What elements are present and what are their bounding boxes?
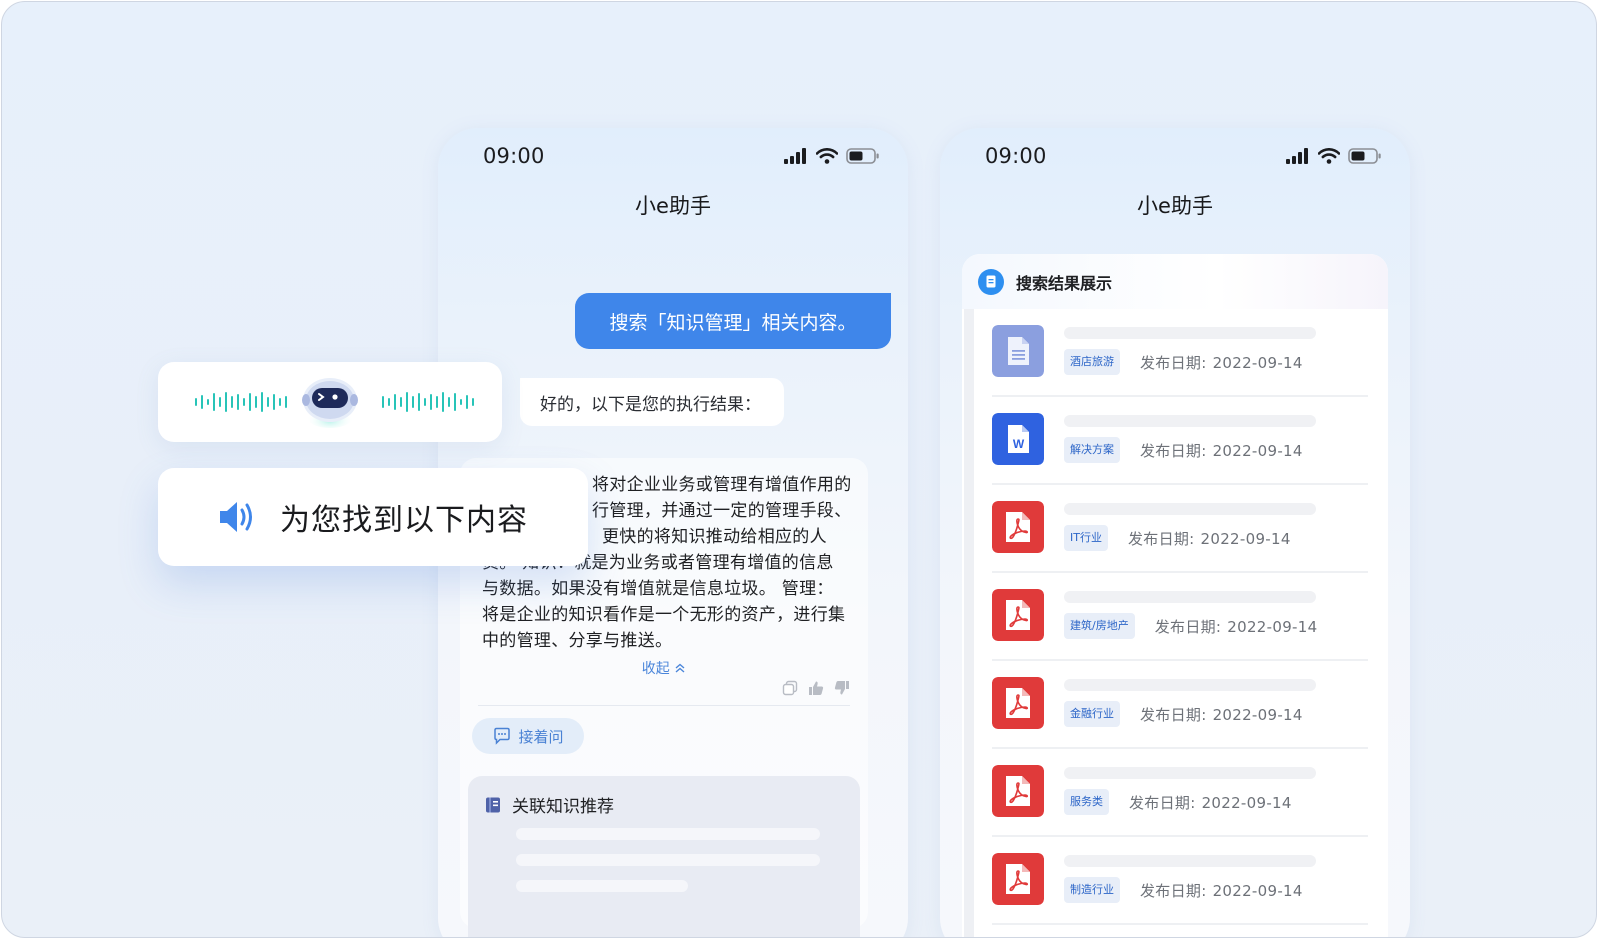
svg-text:W: W xyxy=(1013,437,1025,451)
follow-up-button[interactable]: 接着问 xyxy=(472,718,584,754)
feedback-icons xyxy=(782,680,850,696)
phone-title: 小e助手 xyxy=(1137,194,1213,218)
answer-line: 与数据。如果没有增值就是信息垃圾。 管理： xyxy=(482,579,834,599)
skeleton-line xyxy=(516,880,688,892)
category-tag: 酒店旅游 xyxy=(1064,349,1120,375)
bot-reply-bubble: 好的，以下是您的执行结果： xyxy=(520,378,784,426)
chat-icon xyxy=(494,727,511,745)
skeleton-line xyxy=(516,854,820,866)
result-row[interactable]: W 解决方案 发布日期: 2022-09-14 xyxy=(992,397,1368,485)
row-meta: 解决方案 发布日期: 2022-09-14 xyxy=(1064,437,1303,463)
result-row[interactable]: 建筑/房地产 发布日期: 2022-09-14 xyxy=(992,573,1368,661)
chevron-up-icon xyxy=(675,663,685,673)
tts-text: 为您找到以下内容 xyxy=(280,503,528,538)
publish-date: 发布日期: 2022-09-14 xyxy=(1129,793,1292,812)
follow-up-label: 接着问 xyxy=(518,727,564,746)
pdf-file-icon xyxy=(992,853,1044,905)
result-row[interactable]: 酒店旅游 发布日期: 2022-09-14 xyxy=(992,309,1368,397)
title-skeleton xyxy=(1064,503,1316,515)
row-meta: IT行业 发布日期: 2022-09-14 xyxy=(1064,525,1291,551)
title-skeleton xyxy=(1064,855,1316,867)
copy-icon[interactable] xyxy=(782,680,798,696)
title-skeleton xyxy=(1064,591,1316,603)
category-tag: 金融行业 xyxy=(1064,701,1120,727)
row-meta: 金融行业 发布日期: 2022-09-14 xyxy=(1064,701,1303,727)
skeleton-line xyxy=(516,828,820,840)
results-phone: 09:00 小e助手 搜索结果展示 酒店旅游 发布日期: 2022-09-14 … xyxy=(940,128,1410,937)
result-row[interactable]: 金融行业 发布日期: 2022-09-14 xyxy=(992,661,1368,749)
status-time: 09:00 xyxy=(483,144,545,168)
battery-icon xyxy=(1348,148,1381,164)
category-tag: 服务类 xyxy=(1064,789,1109,815)
user-message-bubble: 搜索「知识管理」相关内容。 xyxy=(575,293,891,349)
title-skeleton xyxy=(1064,415,1316,427)
status-icons xyxy=(1286,148,1382,164)
publish-date: 发布日期: 2022-09-14 xyxy=(1140,705,1303,724)
row-meta: 制造行业 发布日期: 2022-09-14 xyxy=(1064,877,1303,903)
category-tag: 建筑/房地产 xyxy=(1064,613,1135,639)
title-skeleton xyxy=(1064,767,1316,779)
showcase-frame: 09:00 小e助手 搜索「知识管理」相关内容。 好的，以下是您的执行结果： 将… xyxy=(1,1,1597,938)
thumbs-up-icon[interactable] xyxy=(808,680,824,696)
wifi-icon xyxy=(816,148,838,164)
status-time: 09:00 xyxy=(985,144,1047,168)
row-meta: 建筑/房地产 发布日期: 2022-09-14 xyxy=(1064,613,1317,639)
results-title: 搜索结果展示 xyxy=(1016,273,1113,293)
tts-announcement-card: 为您找到以下内容 xyxy=(158,468,588,566)
publish-date: 发布日期: 2022-09-14 xyxy=(1154,617,1318,636)
collapse-label: 收起 xyxy=(641,661,670,677)
collapse-link[interactable]: 收起 xyxy=(460,658,868,678)
publish-date: 发布日期: 2022-09-14 xyxy=(1140,881,1303,900)
waveform-left xyxy=(195,392,287,412)
related-title: 关联知识推荐 xyxy=(512,797,614,817)
divider xyxy=(478,705,850,706)
category-tag: 制造行业 xyxy=(1064,877,1120,903)
answer-line: 中的管理、分享与推送。 xyxy=(482,631,673,651)
scrollbar[interactable] xyxy=(964,309,974,937)
voice-input-card xyxy=(158,362,502,442)
row-meta: 酒店旅游 发布日期: 2022-09-14 xyxy=(1064,349,1303,375)
results-header: 搜索结果展示 xyxy=(962,254,1388,309)
related-knowledge-card: 关联知识推荐 xyxy=(468,776,860,937)
pdf-file-icon xyxy=(992,677,1044,729)
answer-line: 将是企业的知识看作是一个无形的资产，进行集 xyxy=(482,605,846,625)
battery-icon xyxy=(846,148,879,164)
book-icon xyxy=(486,797,500,812)
pdf-file-icon xyxy=(992,765,1044,817)
title-skeleton xyxy=(1064,327,1316,339)
publish-date: 发布日期: 2022-09-14 xyxy=(1140,441,1303,460)
signal-icon xyxy=(784,148,806,164)
pdf-file-icon xyxy=(992,589,1044,641)
category-tag: IT行业 xyxy=(1064,525,1108,551)
result-row[interactable]: 制造行业 发布日期: 2022-09-14 xyxy=(992,837,1368,925)
pdf-file-icon xyxy=(992,501,1044,553)
title-skeleton xyxy=(1064,679,1316,691)
result-row[interactable]: 服务类 发布日期: 2022-09-14 xyxy=(992,749,1368,837)
publish-date: 发布日期: 2022-09-14 xyxy=(1127,529,1291,548)
waveform-right xyxy=(382,392,474,412)
search-results-panel: 搜索结果展示 酒店旅游 发布日期: 2022-09-14 W 解决方案 发布日期… xyxy=(962,254,1388,937)
result-row[interactable]: IT行业 发布日期: 2022-09-14 xyxy=(992,485,1368,573)
wifi-icon xyxy=(1318,148,1340,164)
publish-date: 发布日期: 2022-09-14 xyxy=(1140,353,1303,372)
document-badge-icon xyxy=(978,268,1004,295)
status-icons xyxy=(784,148,880,164)
category-tag: 解决方案 xyxy=(1064,437,1120,463)
document-icon xyxy=(992,325,1044,377)
thumbs-down-icon[interactable] xyxy=(834,680,850,696)
related-title-row: 关联知识推荐 xyxy=(484,792,614,817)
word-file-icon: W xyxy=(992,413,1044,465)
robot-avatar xyxy=(302,378,358,428)
phone-title: 小e助手 xyxy=(635,194,711,218)
row-meta: 服务类 发布日期: 2022-09-14 xyxy=(1064,789,1292,815)
speaker-icon xyxy=(220,502,252,532)
signal-icon xyxy=(1286,148,1308,164)
